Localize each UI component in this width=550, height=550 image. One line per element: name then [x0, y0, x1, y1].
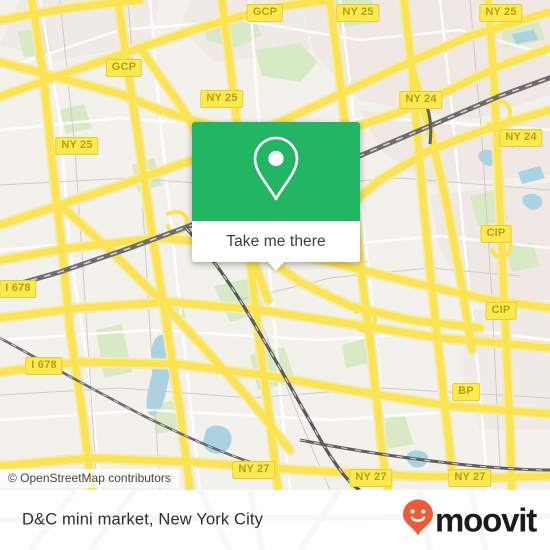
map-pin-icon — [249, 134, 303, 209]
road-shield-gcp: GCP — [246, 4, 284, 22]
road-shield-ny-27: NY 27 — [349, 469, 393, 487]
road-shield-ny-27: NY 27 — [448, 469, 492, 487]
moovit-logo[interactable]: moovit — [402, 499, 537, 542]
map-attribution[interactable]: © OpenStreetMap contributors — [0, 469, 179, 488]
road-shield-ny-24: NY 24 — [399, 91, 443, 109]
road-shield-ny-25: NY 25 — [55, 137, 99, 155]
road-shield-i-678: I 678 — [0, 280, 37, 298]
popup-pin-area — [192, 122, 360, 221]
road-shield-ny-25: NY 25 — [479, 4, 523, 22]
road-shield-ny-25: NY 25 — [336, 4, 380, 22]
moovit-map-screen: GCP GCP NY 25 NY 25 NY 25 NY 25 NY 24 NY 24 I 67… — [0, 0, 550, 550]
moovit-smiling-pin-icon — [402, 499, 434, 542]
road-shield-bp: BP — [452, 383, 480, 401]
road-shield-cip: CIP — [485, 302, 517, 320]
moovit-wordmark: moovit — [435, 501, 537, 539]
place-title: D&C mini market, New York City — [22, 510, 264, 529]
road-shield-ny-27: NY 27 — [232, 461, 276, 479]
road-shield-ny-25: NY 25 — [200, 90, 244, 108]
take-me-there-button[interactable]: Take me there — [192, 221, 360, 262]
road-shield-gcp: GCP — [105, 59, 143, 77]
popup-pointer-tail — [267, 261, 285, 271]
bottom-info-bar: D&C mini market, New York City moovit — [0, 490, 550, 550]
destination-popup-card[interactable]: Take me there — [192, 122, 360, 271]
road-shield-ny-24: NY 24 — [499, 129, 543, 147]
road-shield-i-678: I 678 — [25, 357, 63, 375]
road-shield-cip: CIP — [480, 225, 512, 243]
